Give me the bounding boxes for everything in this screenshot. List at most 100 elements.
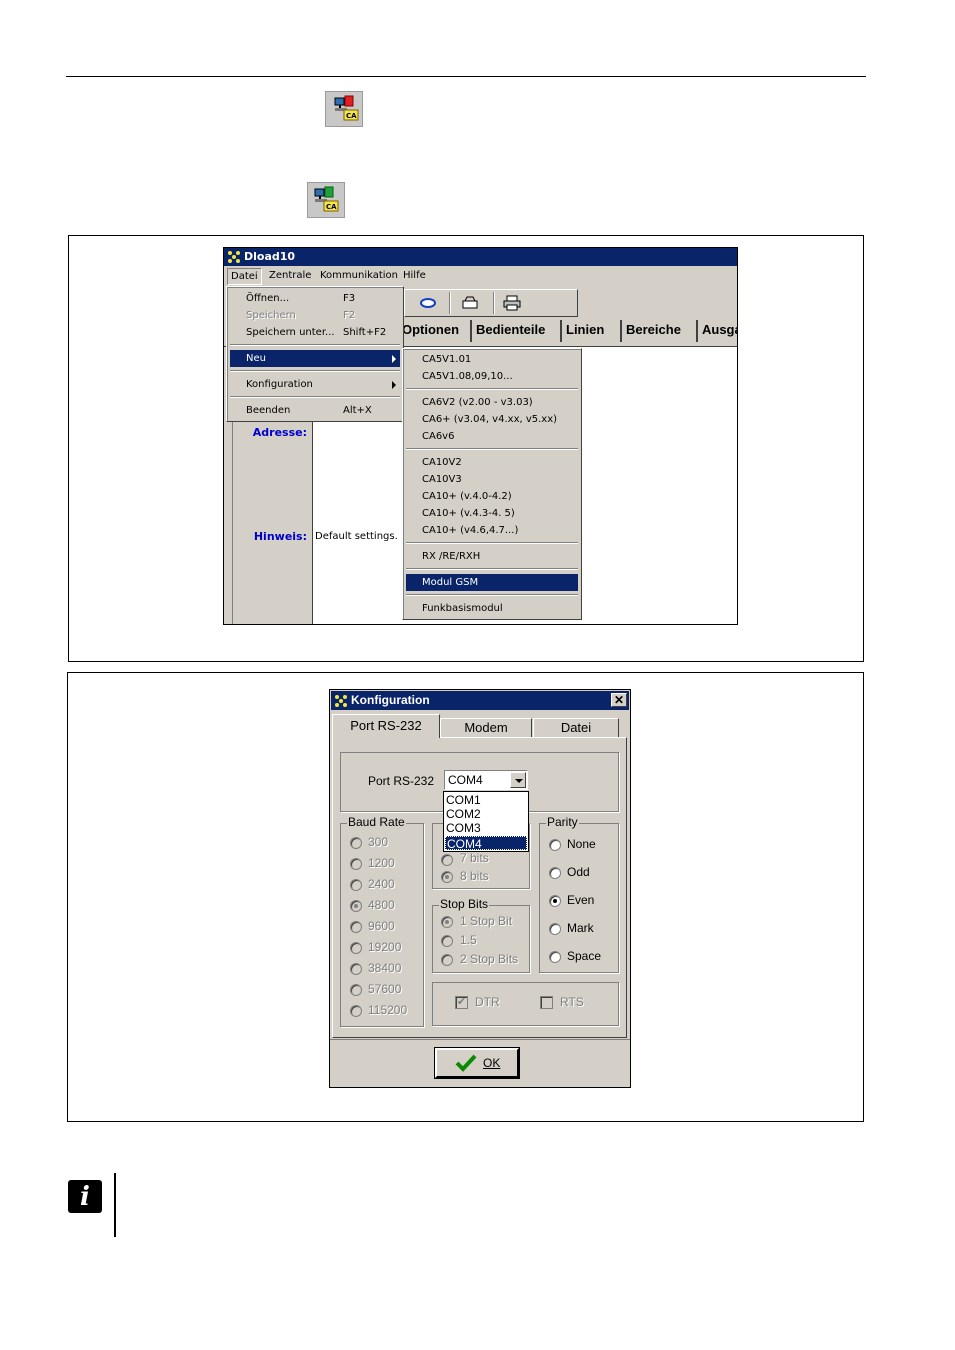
menu-zentrale[interactable]: Zentrale [269, 270, 311, 281]
datei-menu: Öffnen... F3 Speichern F2 Speichern unter.… [226, 286, 404, 422]
menu-item-speichern-unter[interactable]: Speichern unter... Shift+F2 [230, 324, 400, 341]
menu-datei[interactable]: Datei [227, 268, 262, 285]
toolbar-separator [449, 292, 451, 314]
submenu-arrow-icon [392, 381, 396, 389]
adresse-label: Adresse: [252, 426, 307, 439]
dload-titlebar: Dload10 [224, 248, 737, 266]
stop-bit-1-label: 1 Stop Bit [460, 914, 513, 928]
radio-baud-19200 [350, 942, 362, 954]
neu-item[interactable]: CA10+ (v4.6,4.7...) [406, 522, 578, 539]
tab-port-rs232[interactable]: Port RS-232 [332, 714, 440, 738]
baud-rate-label: 38400 [368, 961, 402, 975]
data-bits-7-label: 7 bits [460, 851, 489, 865]
stop-bits-title: Stop Bits [439, 897, 490, 911]
port-option[interactable]: COM1 [446, 793, 481, 807]
chevron-down-icon[interactable] [510, 772, 526, 788]
konfiguration-dialog: Konfiguration ✕ Port RS-232 Modem Datei … [329, 689, 631, 1088]
port-option[interactable]: COM2 [446, 807, 481, 821]
radio-parity-odd[interactable] [549, 867, 561, 879]
parity-mark-label: Mark [567, 921, 594, 935]
rts-label: RTS [560, 995, 584, 1009]
rts-checkbox [540, 996, 553, 1009]
header-rule [66, 76, 866, 77]
toolbar-separator [493, 292, 495, 314]
neu-item[interactable]: CA6v6 [406, 428, 578, 445]
checkmark-icon [455, 1054, 477, 1075]
neu-item[interactable]: CA10V2 [406, 454, 578, 471]
baud-rate-label: 19200 [368, 940, 402, 954]
menu-item-konfiguration[interactable]: Konfiguration [230, 376, 400, 393]
radio-parity-none[interactable] [549, 839, 561, 851]
toolbar [404, 289, 578, 317]
radio-2-stop-bits [441, 954, 453, 966]
printer-icon[interactable] [503, 295, 521, 314]
radio-parity-even[interactable] [549, 895, 561, 907]
radio-baud-2400 [350, 879, 362, 891]
neu-item[interactable]: Funkbasismodul [406, 600, 578, 617]
neu-item[interactable]: CA10+ (v.4.0-4.2) [406, 488, 578, 505]
neu-item[interactable]: CA5V1.08,09,10... [406, 368, 578, 385]
app-icon [334, 694, 348, 708]
neu-submenu: CA5V1.01 CA5V1.08,09,10... CA6V2 (v2.00 … [402, 348, 582, 620]
menu-item-oeffnen[interactable]: Öffnen... F3 [230, 290, 400, 307]
menu-separator [406, 542, 578, 544]
konfiguration-title: Konfiguration [351, 693, 430, 707]
radio-parity-mark[interactable] [549, 923, 561, 935]
neu-item[interactable]: CA5V1.01 [406, 351, 578, 368]
parity-odd-label: Odd [567, 865, 590, 879]
neu-item[interactable]: CA6V2 (v2.00 - v3.03) [406, 394, 578, 411]
port-select-value: COM4 [448, 773, 483, 787]
port-option-selected[interactable]: COM4 [445, 836, 527, 851]
tab-optionen[interactable]: Optionen [398, 320, 459, 342]
close-icon[interactable]: ✕ [611, 693, 627, 707]
tab-modem[interactable]: Modem [440, 718, 532, 738]
menu-item-beenden[interactable]: Beenden Alt+X [230, 402, 400, 419]
neu-item[interactable]: CA10+ (v.4.3-4. 5) [406, 505, 578, 522]
menu-kommunikation[interactable]: Kommunikation [320, 270, 398, 281]
baud-rate-label: 2400 [368, 877, 395, 891]
dload-title: Dload10 [244, 250, 296, 263]
radio-parity-space[interactable] [549, 951, 561, 963]
baud-rate-label: 9600 [368, 919, 395, 933]
neu-item-modul-gsm[interactable]: Modul GSM [406, 574, 578, 591]
svg-text:CA: CA [346, 112, 357, 120]
app-icon [227, 250, 241, 264]
menu-separator [230, 370, 400, 372]
tab-bereiche[interactable]: Bereiche [620, 320, 681, 342]
modem-icon[interactable] [461, 295, 479, 314]
menu-item-neu[interactable]: Neu [230, 350, 400, 367]
tab-bedienteile[interactable]: Bedienteile [470, 320, 545, 342]
dload-window: Dload10 Datei Zentrale Kommunikation Hil… [223, 247, 738, 625]
radio-1-5-stop-bits [441, 935, 453, 947]
baud-rate-label: 1200 [368, 856, 395, 870]
port-option[interactable]: COM3 [446, 821, 481, 835]
neu-item[interactable]: CA6+ (v3.04, v4.xx, v5.xx) [406, 411, 578, 428]
radio-1-stop-bit [441, 916, 453, 928]
baud-rate-label: 57600 [368, 982, 402, 996]
konfiguration-titlebar: Konfiguration ✕ [331, 691, 629, 710]
baud-rate-label: 300 [368, 835, 389, 849]
neu-item[interactable]: RX /RE/RXH [406, 548, 578, 565]
radio-baud-115200 [350, 1005, 362, 1017]
neu-item[interactable]: CA10V3 [406, 471, 578, 488]
tab-ausgaenge[interactable]: Ausga [696, 320, 737, 342]
port-label: Port RS-232 [368, 774, 435, 788]
footer-divider [330, 1039, 630, 1040]
tab-linien[interactable]: Linien [560, 320, 604, 342]
radio-baud-9600 [350, 921, 362, 933]
menu-separator [230, 396, 400, 398]
submenu-arrow-icon [392, 355, 396, 363]
menu-hilfe[interactable]: Hilfe [403, 270, 426, 281]
ok-button[interactable]: OK [435, 1048, 519, 1078]
parity-even-label: Even [567, 893, 595, 907]
menu-separator [406, 594, 578, 596]
menu-separator [406, 568, 578, 570]
port-select[interactable]: COM4 [444, 770, 528, 790]
tab-row: Optionen Bedienteile Linien Bereiche Aus… [398, 320, 737, 344]
connect-icon[interactable] [419, 296, 437, 313]
radio-7-bits [441, 854, 453, 866]
radio-baud-57600 [350, 984, 362, 996]
radio-baud-300 [350, 837, 362, 849]
data-bits-8-label: 8 bits [460, 869, 489, 883]
tab-datei[interactable]: Datei [533, 718, 619, 738]
